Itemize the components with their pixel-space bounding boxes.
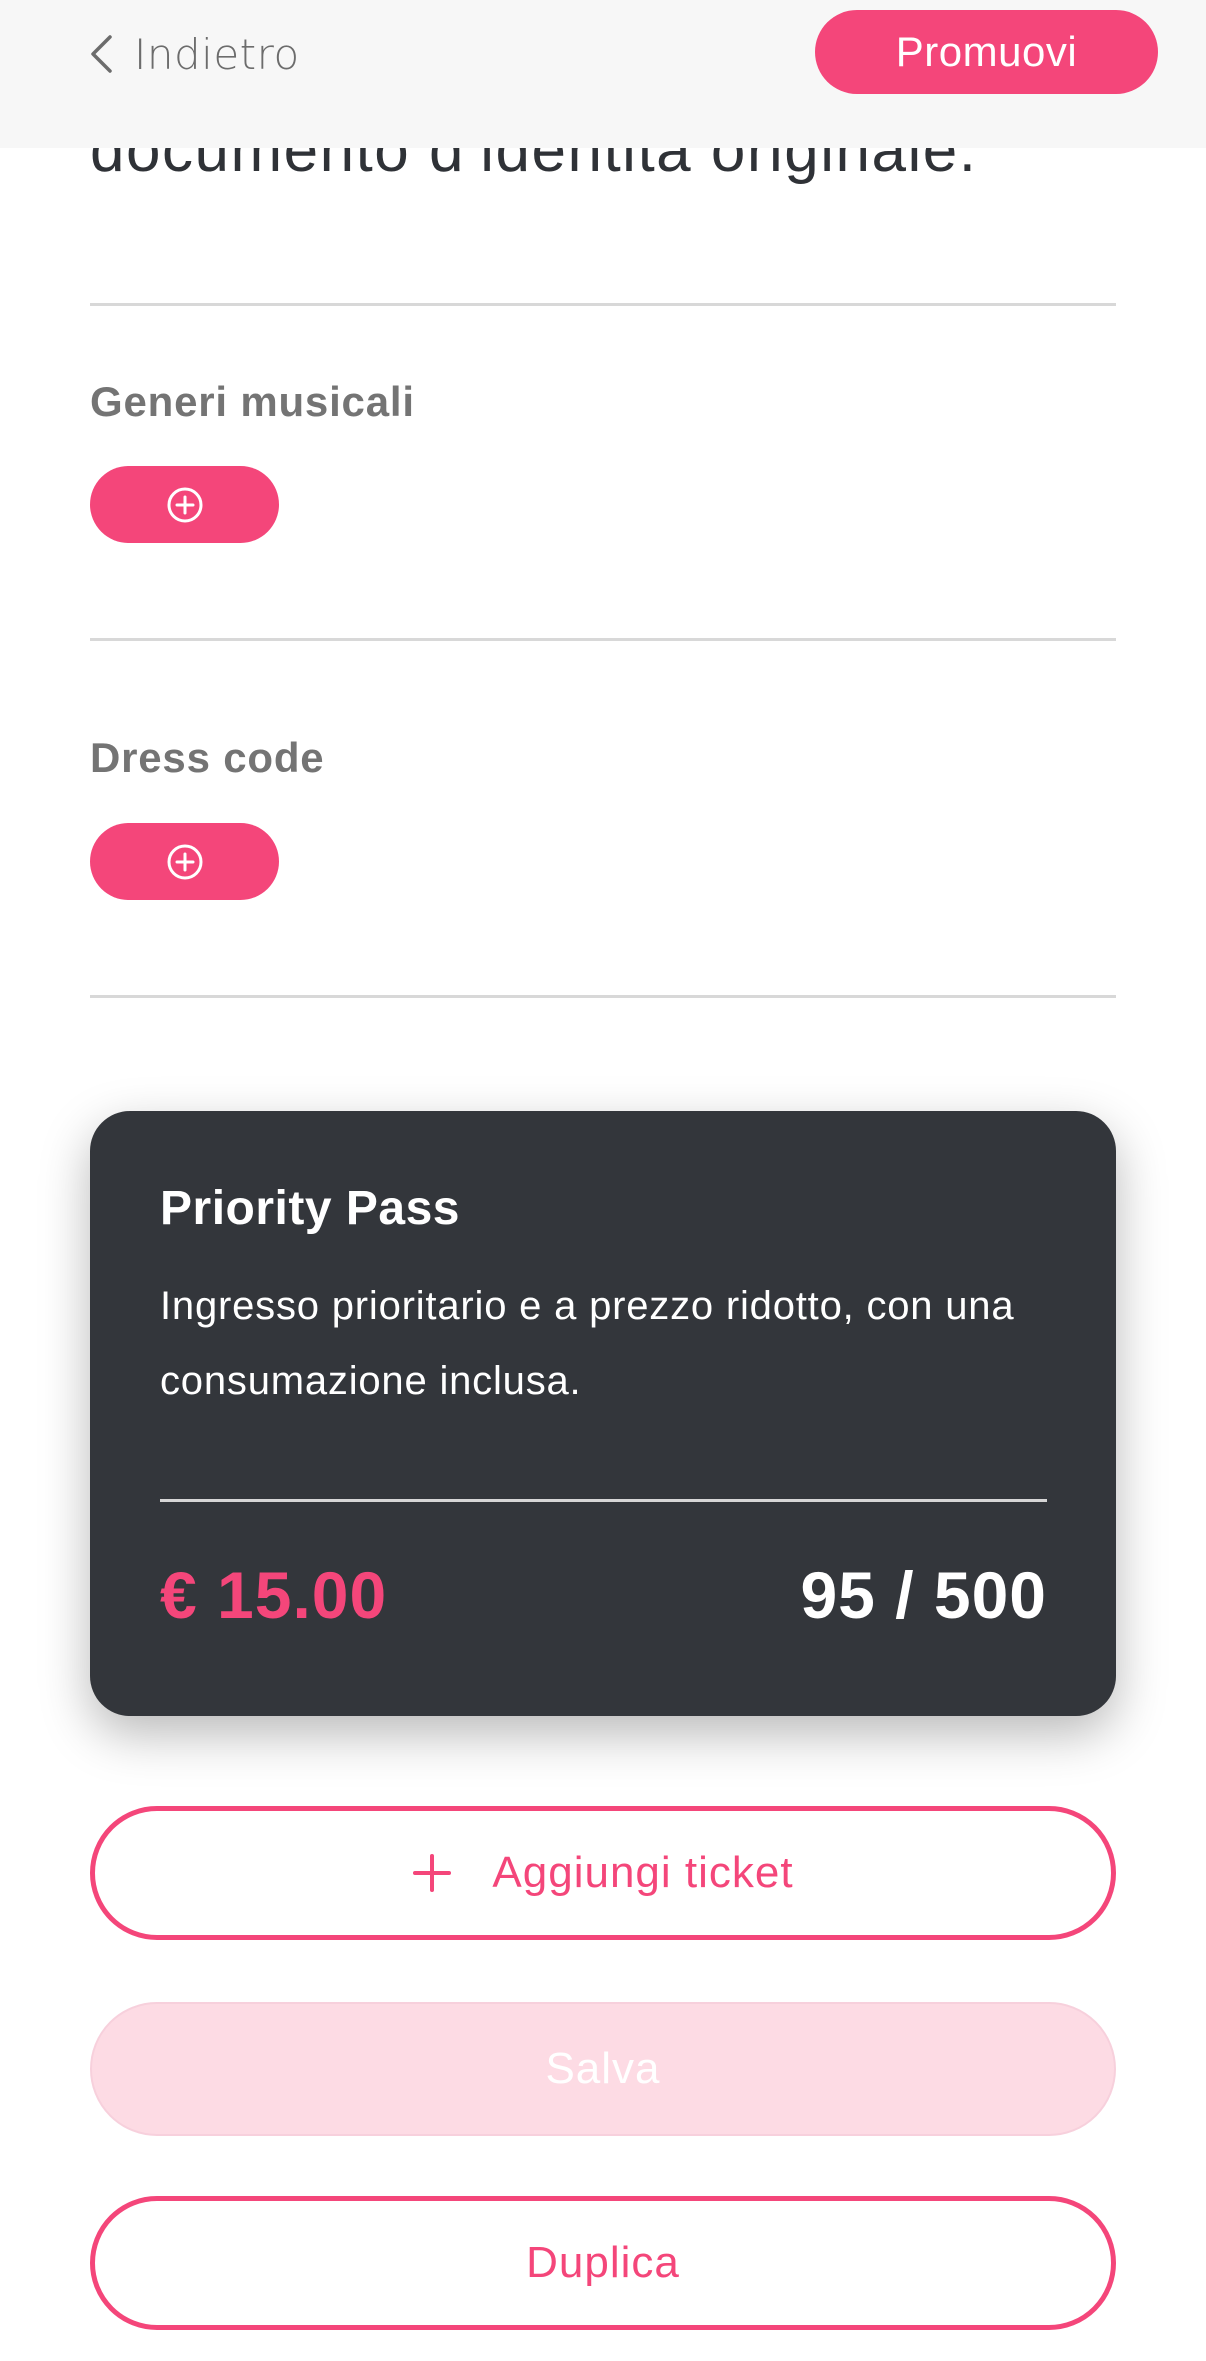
plus-circle-icon [167,487,202,522]
duplicate-button[interactable]: Duplica [90,2196,1116,2330]
divider [90,995,1116,998]
plus-icon [413,1854,452,1892]
add-ticket-label: Aggiungi ticket [492,1848,794,1897]
add-dress-code-button[interactable] [90,823,279,900]
add-genre-button[interactable] [90,466,279,543]
save-button[interactable]: Salva [90,2002,1116,2136]
promote-button[interactable]: Promuovi [815,10,1158,94]
divider [90,303,1116,306]
divider [90,638,1116,641]
add-ticket-button[interactable]: Aggiungi ticket [90,1806,1116,1940]
back-label: Indietro [134,29,300,79]
plus-circle-icon [167,844,202,879]
ticket-card[interactable]: Priority Pass Ingresso prioritario e a p… [90,1111,1116,1716]
ticket-description: Ingresso prioritario e a prezzo ridotto,… [160,1284,1015,1403]
dress-code-title: Dress code [90,734,325,781]
top-bar: Indietro Promuovi [0,0,1206,148]
ticket-availability: 95 / 500 [800,1558,1047,1632]
genres-title: Generi musicali [90,378,415,425]
chevron-left-icon [91,35,112,73]
ticket-price: € 15.00 [160,1558,388,1632]
back-button[interactable]: Indietro [88,22,300,86]
ticket-name: Priority Pass [160,1182,460,1235]
ticket-divider [160,1499,1047,1502]
